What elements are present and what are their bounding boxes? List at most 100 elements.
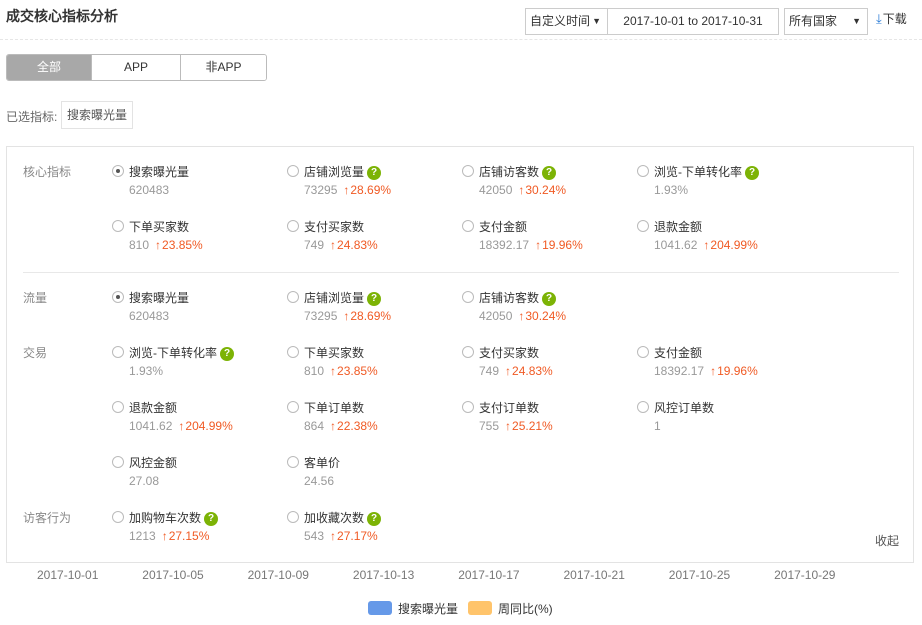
- metric-radio[interactable]: [462, 346, 474, 358]
- metric-change-value: 204.99%: [185, 419, 233, 433]
- x-axis-tick: 2017-10-21: [563, 568, 625, 582]
- country-select[interactable]: 所有国家 ▼: [784, 8, 868, 35]
- metric-option[interactable]: 店铺浏览量? 73295 ↑28.69%: [287, 289, 457, 329]
- metric-option[interactable]: 浏览-下单转化率? 1.93%: [112, 344, 282, 384]
- metric-option[interactable]: 风控订单数 1: [637, 399, 807, 439]
- date-range-input[interactable]: 2017-10-01 to 2017-10-31: [608, 8, 779, 35]
- metric-radio[interactable]: [112, 346, 124, 358]
- time-range-select[interactable]: 自定义时间 ▼: [525, 8, 608, 35]
- metric-option[interactable]: 搜索曝光量 620483: [112, 289, 282, 329]
- segment-app[interactable]: APP: [91, 55, 180, 80]
- metric-change-value: 27.17%: [337, 529, 378, 543]
- metric-name-row: 下单订单数: [304, 399, 364, 416]
- metric-radio[interactable]: [112, 220, 124, 232]
- metric-name: 搜索曝光量: [129, 165, 190, 179]
- metric-radio[interactable]: [112, 165, 124, 177]
- help-icon[interactable]: ?: [367, 292, 382, 306]
- metric-radio[interactable]: [637, 401, 649, 413]
- time-range-select-value: 自定义时间: [530, 14, 591, 28]
- metric-option[interactable]: 退款金额 1041.62 ↑204.99%: [637, 218, 807, 258]
- metric-option[interactable]: 下单买家数 810 ↑23.85%: [112, 218, 282, 258]
- metric-option[interactable]: 客单价 24.56: [287, 454, 457, 494]
- metric-radio[interactable]: [112, 456, 124, 468]
- metric-option[interactable]: 加收藏次数? 543 ↑27.17%: [287, 509, 457, 549]
- metric-value: 27.08: [129, 474, 160, 488]
- metric-value-row: 1213 ↑27.15%: [129, 529, 209, 543]
- metric-option[interactable]: 下单订单数 864 ↑22.38%: [287, 399, 457, 439]
- metric-option[interactable]: 店铺访客数? 42050 ↑30.24%: [462, 163, 632, 203]
- metric-radio[interactable]: [637, 346, 649, 358]
- metric-change: ↑27.17%: [330, 529, 378, 543]
- metric-radio[interactable]: [287, 456, 299, 468]
- metric-value: 42050: [479, 309, 513, 323]
- metric-change-value: 24.83%: [512, 364, 553, 378]
- caret-down-icon: ▼: [852, 16, 861, 26]
- metric-name-row: 支付金额: [654, 344, 702, 361]
- metric-option[interactable]: 店铺访客数? 42050 ↑30.24%: [462, 289, 632, 329]
- metric-name: 支付订单数: [479, 401, 540, 415]
- header: 成交核心指标分析 自定义时间 ▼ 2017-10-01 to 2017-10-3…: [0, 0, 922, 40]
- metric-option[interactable]: 退款金额 1041.62 ↑204.99%: [112, 399, 282, 439]
- arrow-up-icon: ↑: [505, 419, 512, 433]
- metric-name: 退款金额: [129, 401, 178, 415]
- segment-all[interactable]: 全部: [7, 55, 91, 80]
- metric-radio[interactable]: [287, 291, 299, 303]
- metric-radio[interactable]: [462, 401, 474, 413]
- metric-radio[interactable]: [462, 291, 474, 303]
- segment-non-app[interactable]: 非APP: [180, 55, 266, 80]
- metric-option[interactable]: 店铺浏览量? 73295 ↑28.69%: [287, 163, 457, 203]
- selected-metric-chip[interactable]: 搜索曝光量: [61, 101, 133, 129]
- help-icon[interactable]: ?: [204, 512, 219, 526]
- metric-value: 543: [304, 529, 325, 543]
- metric-radio[interactable]: [287, 220, 299, 232]
- metric-option[interactable]: 风控金额 27.08: [112, 454, 282, 494]
- metric-value: 810: [129, 238, 150, 252]
- metric-option[interactable]: 支付订单数 755 ↑25.21%: [462, 399, 632, 439]
- metric-name-row: 风控订单数: [654, 399, 714, 416]
- metric-radio[interactable]: [287, 401, 299, 413]
- metric-change: ↑19.96%: [535, 238, 583, 252]
- metric-option[interactable]: 浏览-下单转化率? 1.93%: [637, 163, 807, 203]
- metric-option[interactable]: 支付金额 18392.17 ↑19.96%: [637, 344, 807, 384]
- metric-name-row: 退款金额: [654, 218, 702, 235]
- metric-radio[interactable]: [112, 291, 124, 303]
- metric-radio[interactable]: [637, 165, 649, 177]
- metric-value-row: 42050 ↑30.24%: [479, 309, 566, 323]
- metric-name-row: 下单买家数: [129, 218, 189, 235]
- metric-option[interactable]: 下单买家数 810 ↑23.85%: [287, 344, 457, 384]
- help-icon[interactable]: ?: [367, 166, 382, 180]
- metric-radio[interactable]: [112, 401, 124, 413]
- arrow-up-icon: ↑: [710, 364, 717, 378]
- metric-value: 1.93%: [654, 183, 689, 197]
- metric-value: 1213: [129, 529, 156, 543]
- legend-item[interactable]: 搜索曝光量: [368, 600, 458, 616]
- collapse-link[interactable]: 收起: [875, 532, 899, 549]
- metric-name: 支付金额: [654, 346, 703, 360]
- metric-option[interactable]: 支付金额 18392.17 ↑19.96%: [462, 218, 632, 258]
- help-icon[interactable]: ?: [745, 166, 759, 180]
- metric-radio[interactable]: [287, 511, 299, 523]
- help-icon[interactable]: ?: [367, 512, 382, 526]
- metric-radio[interactable]: [287, 346, 299, 358]
- metric-option[interactable]: 支付买家数 749 ↑24.83%: [462, 344, 632, 384]
- help-icon[interactable]: ?: [220, 347, 234, 361]
- metric-value-row: 810 ↑23.85%: [129, 238, 203, 252]
- metric-name-row: 支付买家数: [304, 218, 364, 235]
- metric-option[interactable]: 加购物车次数? 1213 ↑27.15%: [112, 509, 282, 549]
- metric-name: 支付金额: [479, 220, 528, 234]
- metric-radio[interactable]: [112, 511, 124, 523]
- metric-name-row: 浏览-下单转化率?: [654, 163, 759, 180]
- metric-radio[interactable]: [287, 165, 299, 177]
- metric-name-row: 浏览-下单转化率?: [129, 344, 234, 361]
- metric-radio[interactable]: [462, 220, 474, 232]
- help-icon[interactable]: ?: [542, 166, 557, 180]
- help-icon[interactable]: ?: [542, 292, 557, 306]
- metric-value: 1041.62: [129, 419, 173, 433]
- metric-option[interactable]: 支付买家数 749 ↑24.83%: [287, 218, 457, 258]
- metric-option[interactable]: 搜索曝光量 620483: [112, 163, 282, 203]
- download-button[interactable]: ⤓下载: [876, 10, 907, 27]
- metric-name-row: 支付买家数: [479, 344, 539, 361]
- metric-radio[interactable]: [637, 220, 649, 232]
- legend-item[interactable]: 周同比(%): [468, 600, 553, 616]
- metric-radio[interactable]: [462, 165, 474, 177]
